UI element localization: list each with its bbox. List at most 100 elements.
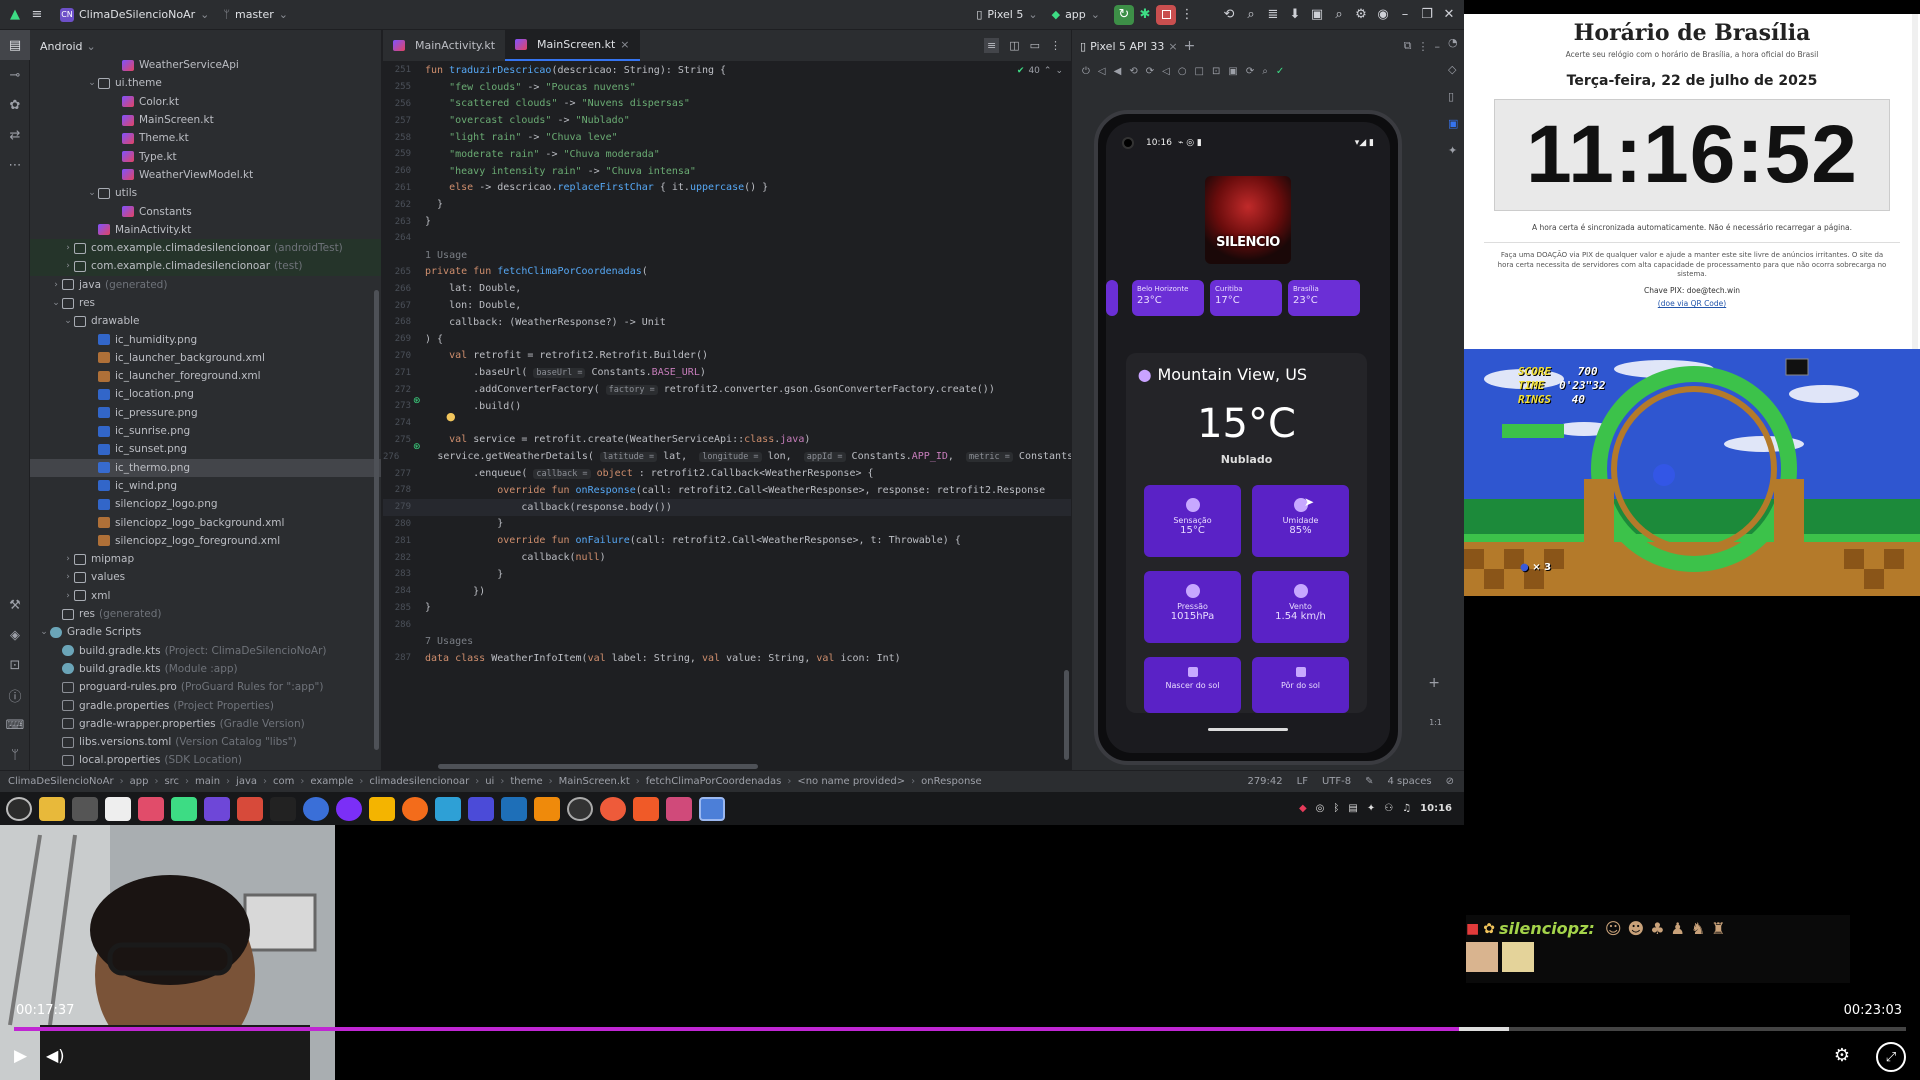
screenshot-icon[interactable]: ⊡: [1212, 66, 1220, 77]
folder-app-icon[interactable]: [369, 796, 395, 821]
add-device-icon[interactable]: +: [1184, 38, 1196, 54]
check-icon[interactable]: ✓: [1276, 66, 1284, 77]
tree-item[interactable]: › mipmap: [30, 550, 381, 568]
chevron-right-icon[interactable]: ›: [50, 280, 62, 290]
screenshot-tray-icon[interactable]: ◆: [1299, 803, 1307, 814]
code-line[interactable]: 272 .addConverterFactory( factory = retr…: [383, 381, 1071, 398]
code-line[interactable]: 258 "light rain" -> "Chuva leve": [383, 129, 1071, 146]
tile-wind[interactable]: Vento 1.54 km/h: [1252, 571, 1349, 643]
vscode-icon[interactable]: [468, 796, 494, 821]
volume-down-icon[interactable]: ◀: [1114, 66, 1122, 77]
tree-item[interactable]: ic_launcher_foreground.xml: [30, 367, 381, 385]
code-line[interactable]: 7 Usages: [383, 633, 1071, 650]
rotate-right-icon[interactable]: ⟳: [1146, 66, 1154, 77]
volume-up-icon[interactable]: ◁: [1098, 66, 1106, 77]
version-control-icon[interactable]: ᛘ: [0, 740, 30, 770]
qr-code-link[interactable]: (doe via QR Code): [1464, 299, 1920, 308]
cursor-position[interactable]: 279:42: [1247, 776, 1282, 787]
tree-item[interactable]: ⌄ res: [30, 294, 381, 312]
tree-item[interactable]: silenciopz_logo_foreground.xml: [30, 532, 381, 550]
snapshot-icon[interactable]: ⟳: [1246, 66, 1254, 77]
tree-item[interactable]: ic_humidity.png: [30, 330, 381, 348]
brave-icon[interactable]: [633, 796, 659, 821]
breadcrumb-item[interactable]: <no name provided>: [797, 776, 905, 787]
tree-item[interactable]: Constants: [30, 202, 381, 220]
code-line[interactable]: 271 .baseUrl( baseUrl = Constants.BASE_U…: [383, 364, 1071, 381]
code-line[interactable]: 287 data class WeatherInfoItem(val label:…: [383, 650, 1071, 667]
tree-item[interactable]: ic_launcher_background.xml: [30, 349, 381, 367]
tree-item[interactable]: ⌄ drawable: [30, 312, 381, 330]
code-view-icon[interactable]: ≡: [983, 38, 1000, 53]
code-line[interactable]: 274: [383, 415, 1071, 432]
account-icon[interactable]: ◉: [1372, 4, 1394, 26]
chevron-down-icon[interactable]: ⌄: [86, 188, 98, 198]
code-line[interactable]: 286: [383, 616, 1071, 633]
tree-item[interactable]: › com.example.climadesilencionoar (android…: [30, 238, 381, 258]
tile-sunrise[interactable]: Nascer do sol: [1144, 657, 1241, 713]
code-line[interactable]: 259 "moderate rain" -> "Chuva moderada": [383, 146, 1071, 163]
console-icon[interactable]: [270, 796, 296, 821]
tree-item[interactable]: ic_sunset.png: [30, 440, 381, 458]
home-icon[interactable]: ○: [1178, 66, 1187, 77]
code-line[interactable]: 263}: [383, 213, 1071, 230]
ai-assistant-icon[interactable]: ✦: [1448, 144, 1464, 157]
breadcrumb-item[interactable]: java: [236, 776, 257, 787]
zoom-in-icon[interactable]: +: [1428, 675, 1440, 691]
code-line[interactable]: 280 }: [383, 516, 1071, 533]
code-line[interactable]: 273 .build(): [383, 398, 1071, 415]
tray-clock[interactable]: 10:16: [1420, 803, 1452, 814]
city-chip[interactable]: Brasília 23°C: [1288, 280, 1360, 316]
code-line[interactable]: 257 "overcast clouds" -> "Nublado": [383, 112, 1071, 129]
close-icon[interactable]: ✕: [1438, 4, 1460, 26]
city-chip-partial[interactable]: [1106, 280, 1118, 316]
chevron-down-icon[interactable]: ⌄: [62, 316, 74, 326]
lan-tray-icon[interactable]: ⚇: [1384, 803, 1393, 814]
gemini-icon[interactable]: ◇: [1448, 63, 1464, 76]
tree-item[interactable]: ic_location.png: [30, 385, 381, 403]
commit-icon[interactable]: ⊸: [0, 60, 30, 90]
code-line[interactable]: 264: [383, 230, 1071, 247]
close-tab-icon[interactable]: ×: [1168, 40, 1177, 53]
tree-item[interactable]: › java (generated): [30, 276, 381, 294]
tile-pressure[interactable]: Pressão 1015hPa: [1144, 571, 1241, 643]
chevron-right-icon[interactable]: ›: [62, 261, 74, 271]
sync-gradle-icon[interactable]: ⟲: [1218, 4, 1240, 26]
debug-icon[interactable]: ✱: [1134, 4, 1156, 26]
split-view-icon[interactable]: ◫: [1009, 39, 1019, 52]
device-explorer-icon[interactable]: ▯: [1448, 90, 1464, 103]
tree-item[interactable]: WeatherViewModel.kt: [30, 166, 381, 184]
tree-item[interactable]: build.gradle.kts (Project: ClimaDeSilenci…: [30, 642, 381, 660]
breadcrumb-item[interactable]: theme: [510, 776, 542, 787]
tile-sunset[interactable]: Pôr do sol: [1252, 657, 1349, 713]
breadcrumb-item[interactable]: MainScreen.kt: [559, 776, 630, 787]
code-line[interactable]: 251 fun traduzirDescricao(descricao: Stri…: [383, 62, 1071, 79]
calendar-app-icon[interactable]: [105, 796, 131, 821]
tree-item[interactable]: ic_thermo.png: [30, 458, 381, 477]
logcat-icon[interactable]: ⊡: [0, 650, 30, 680]
rotate-left-icon[interactable]: ⟲: [1129, 66, 1137, 77]
clipboard-tray-icon[interactable]: ▤: [1348, 803, 1357, 814]
tree-item[interactable]: ⌄ Gradle Scripts: [30, 623, 381, 641]
settings-icon[interactable]: ⚙: [1350, 4, 1372, 26]
restore-icon[interactable]: ❐: [1416, 4, 1438, 26]
breadcrumb-item[interactable]: src: [164, 776, 179, 787]
code-line[interactable]: 265 private fun fetchClimaPorCoordenadas(: [383, 264, 1071, 281]
vcs-icon[interactable]: ✎: [1365, 776, 1373, 787]
resource-manager-icon[interactable]: ✿: [0, 90, 30, 120]
indent-setting[interactable]: 4 spaces: [1388, 776, 1432, 787]
tree-item[interactable]: › values: [30, 568, 381, 586]
code-line[interactable]: 269) {: [383, 331, 1071, 348]
project-view-selector[interactable]: Android: [40, 40, 83, 53]
design-view-icon[interactable]: ▭: [1030, 39, 1040, 52]
lightbulb-icon[interactable]: ●: [446, 410, 456, 423]
tab-mainscreen[interactable]: MainScreen.kt ×: [505, 30, 640, 61]
steam-icon[interactable]: [501, 796, 527, 821]
tile-feels-like[interactable]: Sensação 15°C: [1144, 485, 1241, 557]
breadcrumb-item[interactable]: com: [273, 776, 294, 787]
tree-item[interactable]: WeatherServiceApi: [30, 56, 381, 74]
terminal-icon[interactable]: ⌨: [0, 710, 30, 740]
pull-requests-icon[interactable]: ⇄: [0, 120, 30, 150]
breadcrumb-item[interactable]: climadesilencionoar: [369, 776, 469, 787]
more-vertical-icon[interactable]: ⋮: [1418, 40, 1429, 53]
tree-item[interactable]: silenciopz_logo_background.xml: [30, 513, 381, 531]
